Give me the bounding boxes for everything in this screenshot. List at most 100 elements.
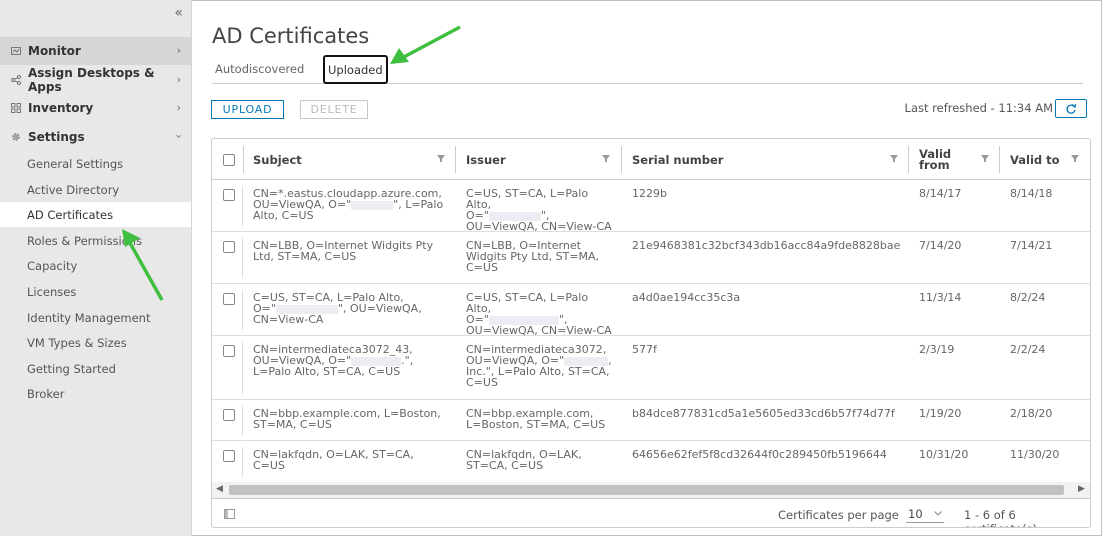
cell-serial: 1229b	[632, 187, 667, 200]
filter-icon[interactable]	[890, 154, 898, 162]
cell-valid-from: 1/19/20	[919, 407, 962, 420]
nav-inventory[interactable]: Inventory ›	[0, 94, 191, 122]
share-icon	[11, 75, 21, 85]
tab-uploaded[interactable]: Uploaded	[323, 55, 388, 84]
filter-icon[interactable]	[1071, 154, 1079, 162]
collapse-sidebar-icon[interactable]: «	[174, 5, 183, 21]
row-checkbox[interactable]	[223, 293, 235, 305]
table-row[interactable]: CN=*.eastus.cloudapp.azure.com, OU=ViewQ…	[212, 180, 1090, 233]
cell-issuer: CN=intermediateca3072, OU=ViewQA, O=", I…	[466, 343, 612, 389]
cell-issuer: CN=bbp.example.com, L=Boston, ST=MA, C=U…	[466, 407, 606, 431]
filter-icon[interactable]	[602, 154, 610, 162]
row-separator	[242, 186, 243, 226]
annotation-arrow-icon	[122, 229, 164, 301]
column-header-issuer[interactable]: Issuer	[466, 139, 506, 180]
row-separator	[242, 447, 243, 477]
column-separator	[621, 146, 622, 173]
scrollbar-thumb[interactable]	[229, 485, 1064, 495]
row-checkbox[interactable]	[223, 450, 235, 462]
cell-issuer: C=US, ST=CA, L=Palo Alto, O=" ", OU=ViewQ…	[466, 187, 612, 233]
grid-header: Subject Issuer Serial number Valid from …	[212, 139, 1090, 180]
settings-general[interactable]: General Settings	[0, 151, 191, 176]
cell-valid-from: 10/31/20	[919, 448, 969, 461]
filter-icon[interactable]	[437, 154, 445, 162]
nav-settings[interactable]: Settings ›	[0, 123, 191, 151]
nav-assign-desktops[interactable]: Assign Desktops & Apps ›	[0, 66, 191, 94]
table-row[interactable]: CN=intermediateca3072_43, OU=ViewQA, O="…	[212, 336, 1090, 400]
cell-valid-to: 8/2/24	[1010, 291, 1046, 304]
chevron-right-icon: ›	[176, 101, 181, 114]
cell-issuer: CN=LBB, O=Internet Widgits Pty Ltd, ST=M…	[466, 239, 600, 274]
row-checkbox[interactable]	[223, 241, 235, 253]
cell-valid-to: 2/2/24	[1010, 343, 1046, 356]
cell-serial: 577f	[632, 343, 657, 356]
nav-settings-label: Settings	[28, 130, 85, 144]
cell-valid-from: 11/3/14	[919, 291, 962, 304]
per-page-label: Certificates per page	[778, 508, 899, 522]
cell-valid-from: 8/14/17	[919, 187, 962, 200]
column-separator	[243, 146, 244, 173]
column-header-valid-to[interactable]: Valid to	[1010, 139, 1060, 180]
cell-serial: 21e9468381c32bcf343db16acc84a9fde8828bae	[632, 239, 901, 252]
main-content: AD Certificates Autodiscovered Uploaded …	[193, 0, 1100, 536]
filter-icon[interactable]	[981, 154, 989, 162]
settings-getting-started[interactable]: Getting Started	[0, 356, 191, 381]
last-refreshed-text: Last refreshed - 11:34 AM	[904, 101, 1053, 115]
cell-subject: CN=lakfqdn, O=LAK, ST=CA, C=US	[253, 448, 414, 472]
cell-valid-to: 2/18/20	[1010, 407, 1053, 420]
column-header-subject[interactable]: Subject	[253, 139, 302, 180]
refresh-button[interactable]	[1055, 99, 1087, 118]
row-checkbox[interactable]	[223, 409, 235, 421]
grid-icon	[11, 103, 21, 113]
per-page-select[interactable]: 10	[906, 505, 944, 523]
cell-issuer: CN=lakfqdn, O=LAK, ST=CA, C=US	[466, 448, 582, 472]
tab-autodiscovered[interactable]: Autodiscovered	[215, 55, 304, 83]
cell-subject: CN=*.eastus.cloudapp.azure.com, OU=ViewQ…	[253, 187, 444, 222]
column-header-valid-from[interactable]: Valid from	[919, 139, 969, 180]
monitor-icon	[11, 46, 21, 56]
chevron-right-icon: ›	[176, 73, 181, 86]
select-all-checkbox[interactable]	[223, 154, 235, 166]
cell-valid-from: 7/14/20	[919, 239, 962, 252]
settings-broker[interactable]: Broker	[0, 381, 191, 406]
settings-identity-management[interactable]: Identity Management	[0, 305, 191, 330]
table-row[interactable]: C=US, ST=CA, L=Palo Alto, O=" ", OU=ViewQ…	[212, 284, 1090, 336]
per-page-value: 10	[908, 506, 923, 521]
cell-subject: C=US, ST=CA, L=Palo Alto, O=" ", OU=ViewQ…	[253, 291, 422, 326]
gear-icon	[11, 132, 21, 142]
row-separator	[242, 342, 243, 394]
chevron-down-icon: ›	[172, 134, 186, 139]
column-separator	[455, 146, 456, 173]
cell-subject: CN=bbp.example.com, L=Boston, ST=MA, C=U…	[253, 407, 441, 431]
upload-button[interactable]: UPLOAD	[211, 100, 284, 119]
certificate-count: 1 - 6 of 6 certificate(s)	[964, 508, 1037, 527]
horizontal-scrollbar[interactable]: ◀ ▶	[212, 482, 1090, 498]
grid-footer: Certificates per page 10 1 - 6 of 6 cert…	[212, 498, 1090, 527]
settings-vm-types[interactable]: VM Types & Sizes	[0, 330, 191, 355]
delete-button[interactable]: DELETE	[300, 100, 368, 119]
page-title: AD Certificates	[212, 24, 370, 48]
table-row[interactable]: CN=lakfqdn, O=LAK, ST=CA, C=US CN=lakfqd…	[212, 441, 1090, 482]
row-checkbox[interactable]	[223, 189, 235, 201]
column-toggle-icon[interactable]	[224, 509, 235, 519]
chevron-down-icon	[934, 511, 942, 516]
scroll-left-icon[interactable]: ◀	[216, 484, 223, 494]
row-separator	[242, 290, 243, 330]
scroll-right-icon[interactable]: ▶	[1078, 484, 1085, 494]
certificates-grid: Subject Issuer Serial number Valid from …	[211, 138, 1091, 528]
row-separator	[242, 238, 243, 278]
cell-subject: CN=intermediateca3072_43, OU=ViewQA, O="…	[253, 343, 414, 378]
column-header-serial[interactable]: Serial number	[632, 139, 723, 180]
table-row[interactable]: CN=LBB, O=Internet Widgits Pty Ltd, ST=M…	[212, 232, 1090, 284]
table-row[interactable]: CN=bbp.example.com, L=Boston, ST=MA, C=U…	[212, 400, 1090, 441]
chevron-right-icon: ›	[176, 44, 181, 57]
cell-subject: CN=LBB, O=Internet Widgits Pty Ltd, ST=M…	[253, 239, 434, 263]
cell-valid-to: 8/14/18	[1010, 187, 1053, 200]
nav-monitor[interactable]: Monitor ›	[0, 37, 191, 65]
nav-assign-desktops-label: Assign Desktops & Apps	[28, 66, 155, 94]
settings-active-directory[interactable]: Active Directory	[0, 177, 191, 202]
cell-valid-to: 7/14/21	[1010, 239, 1053, 252]
settings-ad-certificates[interactable]: AD Certificates	[0, 202, 191, 227]
column-separator	[999, 146, 1000, 173]
row-checkbox[interactable]	[223, 345, 235, 357]
